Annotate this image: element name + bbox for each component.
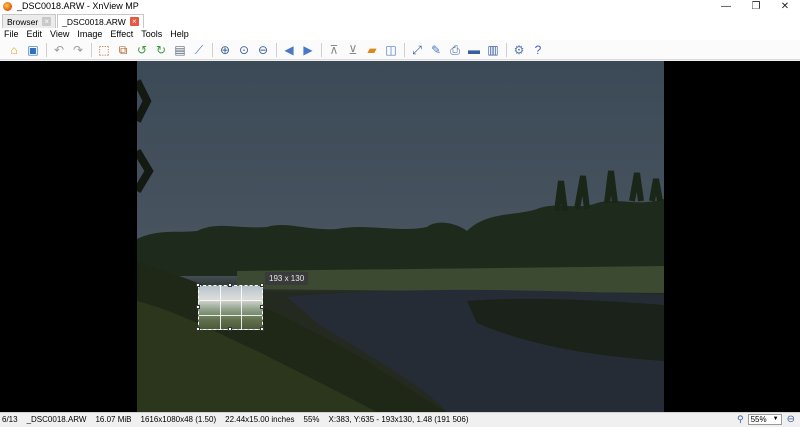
window-title: _DSC0018.ARW - XnView MP xyxy=(17,1,139,11)
photo-landscape xyxy=(137,61,664,412)
edit-icon[interactable]: ✎ xyxy=(428,42,444,58)
menu-view[interactable]: View xyxy=(50,28,69,40)
slideshow-icon[interactable]: ▰ xyxy=(364,42,380,58)
crop-handle-bottom[interactable] xyxy=(228,327,232,331)
toolbar-separator xyxy=(506,42,507,57)
status-dimensions: 1616x1080x48 (1.50) xyxy=(140,414,217,424)
tab-bar: Browser × _DSC0018.ARW × xyxy=(0,13,800,28)
scanner-icon[interactable]: ▬ xyxy=(466,42,482,58)
close-icon: ✕ xyxy=(780,1,790,12)
tab-close-icon[interactable]: × xyxy=(129,17,139,26)
menu-tools[interactable]: Tools xyxy=(141,28,162,40)
toolbar: ⌂ ▣ ↶ ↷ ⬚ ⧉ ↺ ↻ ▤ ⟋ ⊕ ⊙ ⊖ ◀ ▶ ⊼ ⊻ ▰ ◫ ⤢ ✎ ⎙ ▬ ▥ ⚙? xyxy=(0,40,800,60)
menu-file[interactable]: File xyxy=(4,28,19,40)
menu-image[interactable]: Image xyxy=(77,28,102,40)
crop-icon[interactable]: ⬚ xyxy=(96,42,112,58)
zoom-select[interactable]: 55% ▼ xyxy=(747,414,782,425)
rotate-left-icon[interactable]: ↺ xyxy=(134,42,150,58)
tab-label: Browser xyxy=(7,16,39,27)
status-filesize: 16.07 MiB xyxy=(95,414,132,424)
crop-handle-top-left[interactable] xyxy=(196,283,200,287)
zoom-fit-icon[interactable]: ⊙ xyxy=(236,42,252,58)
tab-image[interactable]: _DSC0018.ARW × xyxy=(57,14,144,28)
status-print-size: 22.44x15.00 inches xyxy=(225,414,295,424)
zoom-in-icon[interactable]: ⊕ xyxy=(217,42,233,58)
print-icon[interactable]: ⎙ xyxy=(447,42,463,58)
status-bar: 6/13 _DSC0018.ARW 16.07 MiB 1616x1080x48… xyxy=(0,412,800,426)
crop-size-label: 193 x 130 xyxy=(265,272,309,285)
zoom-out-small-icon[interactable]: ⊖ xyxy=(787,414,795,425)
fullscreen-icon[interactable]: ⤢ xyxy=(409,42,425,58)
menu-bar: File Edit View Image Effect Tools Help xyxy=(0,28,800,40)
last-icon[interactable]: ⊻ xyxy=(345,42,361,58)
settings-icon[interactable]: ⚙ xyxy=(511,42,527,58)
toolbar-separator xyxy=(404,42,405,57)
first-icon[interactable]: ⊼ xyxy=(326,42,342,58)
status-filename: _DSC0018.ARW xyxy=(26,414,87,424)
previous-icon[interactable]: ◀ xyxy=(281,42,297,58)
restore-icon: ❐ xyxy=(751,1,761,12)
rotate-right-icon[interactable]: ↻ xyxy=(153,42,169,58)
crop-grid-line xyxy=(199,300,262,301)
maximize-button[interactable]: ❐ xyxy=(741,0,771,13)
redo-icon[interactable]: ↷ xyxy=(70,42,86,58)
help-icon[interactable]: ? xyxy=(530,42,546,58)
crop-grid-line xyxy=(241,286,242,329)
zoom-magnifier-icon[interactable]: ⚲ xyxy=(737,414,744,425)
crop-selection[interactable] xyxy=(196,283,264,331)
close-button[interactable]: ✕ xyxy=(770,0,800,13)
menu-edit[interactable]: Edit xyxy=(27,28,43,40)
landscape-illustration xyxy=(137,79,664,412)
menu-effect[interactable]: Effect xyxy=(110,28,133,40)
chevron-down-icon: ▼ xyxy=(772,416,779,422)
minimize-button[interactable]: — xyxy=(711,0,741,13)
crop-handle-top-right[interactable] xyxy=(260,283,264,287)
adjust-icon[interactable]: ▤ xyxy=(172,42,188,58)
tab-browser[interactable]: Browser × xyxy=(2,14,57,28)
zoom-value: 55% xyxy=(750,415,767,424)
title-bar: _DSC0018.ARW - XnView MP — ❐ ✕ xyxy=(0,0,800,13)
crop-handle-top[interactable] xyxy=(228,283,232,287)
crop-handle-right[interactable] xyxy=(260,305,264,309)
tab-close-icon[interactable]: × xyxy=(42,17,52,26)
zoom-out-icon[interactable]: ⊖ xyxy=(255,42,271,58)
toolbar-separator xyxy=(212,42,213,57)
undo-icon[interactable]: ↶ xyxy=(51,42,67,58)
menu-help[interactable]: Help xyxy=(170,28,189,40)
histogram-icon[interactable]: ⟋ xyxy=(191,42,207,58)
status-zoom: 55% xyxy=(303,414,320,424)
toolbar-separator xyxy=(276,42,277,57)
browser-icon[interactable]: ⌂ xyxy=(6,42,22,58)
image-viewer[interactable]: 193 x 130 xyxy=(0,61,800,412)
next-icon[interactable]: ▶ xyxy=(300,42,316,58)
toolbar-separator xyxy=(46,42,47,57)
xnview-logo-icon xyxy=(3,2,12,11)
resize-icon[interactable]: ⧉ xyxy=(115,42,131,58)
crop-handle-left[interactable] xyxy=(196,305,200,309)
crop-handle-bottom-left[interactable] xyxy=(196,327,200,331)
status-coords: X:383, Y:635 - 193x130, 1.48 (191 506) xyxy=(328,414,469,424)
toolbar-separator xyxy=(321,42,322,57)
wallpaper-icon[interactable]: ▥ xyxy=(485,42,501,58)
compare-icon[interactable]: ◫ xyxy=(383,42,399,58)
tab-label: _DSC0018.ARW xyxy=(62,16,126,27)
crop-grid-line xyxy=(220,286,221,329)
toolbar-separator xyxy=(91,42,92,57)
minimize-icon: — xyxy=(721,1,731,12)
crop-handle-bottom-right[interactable] xyxy=(260,327,264,331)
status-index: 6/13 xyxy=(2,414,18,424)
save-icon[interactable]: ▣ xyxy=(25,42,41,58)
crop-grid-line xyxy=(199,315,262,316)
zoom-controls: ⚲ 55% ▼ ⊖ xyxy=(737,413,800,426)
